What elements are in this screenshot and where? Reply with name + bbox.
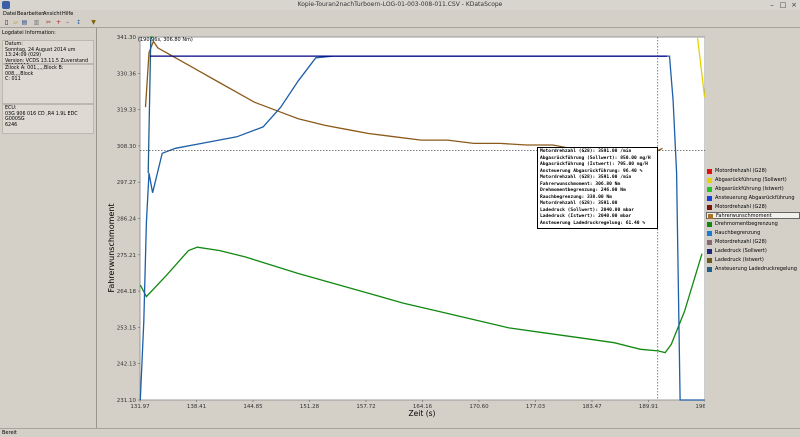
x-axis-label: Zeit (s) [409, 409, 436, 418]
log-info-header: Logdatei Information: [2, 30, 56, 36]
cursor-readout: (190.96s, 306.80 Nm) [138, 37, 193, 43]
zoom-out-icon[interactable]: – [64, 19, 71, 26]
menu-ansicht[interactable]: Ansicht [43, 11, 61, 17]
legend-item[interactable]: Ladedruck (Istwert) [706, 257, 800, 264]
y-tick-label: 242.13 [117, 362, 137, 368]
x-tick-label: 144.85 [243, 404, 263, 410]
legend-label: Abgasrückführung (Sollwert) [715, 177, 787, 183]
window-title: Kopie-Touran2nachTurboern-LOG-01-003-008… [297, 1, 503, 8]
y-tick-label: 253.15 [117, 325, 137, 331]
x-tick-label: 157.72 [356, 404, 375, 410]
legend-label: Motordrehzahl (G28) [715, 204, 767, 210]
legend-item[interactable]: Motordrehzahl (G28) [706, 239, 800, 246]
log-ecu-box: ECU: 03G 906 016 CD ,R4 1.9L EDC G000SG … [2, 104, 94, 134]
legend-swatch [707, 196, 712, 201]
y-tick-label: 308.30 [117, 144, 137, 150]
y-axis-label: Fahrerwunschmoment [107, 203, 116, 292]
window-controls: – □ × [768, 1, 798, 9]
filter-icon[interactable]: ▼ [90, 19, 97, 26]
x-tick-label: 177.03 [526, 404, 546, 410]
zoom-in-icon[interactable]: + [55, 19, 62, 26]
toolbar: ▯ ▱ ▤ ▥ ✂ + – ↕ ▼ [0, 18, 800, 28]
legend-item[interactable]: Motordrehzahl (G28) [706, 204, 800, 211]
y-tick-label: 330.36 [117, 71, 137, 77]
legend-label: Ladedruck (Istwert) [715, 257, 764, 263]
legend-item[interactable]: Ansteuerung Ladedruckregelung [706, 266, 800, 273]
legend-swatch [707, 222, 712, 227]
legend-label: Ansteuerung Ladedruckregelung [715, 266, 797, 272]
y-tick-label: 275.21 [117, 253, 136, 259]
tooltip-line: Ansteuerung Ladedruckregelung: 61.40 % [540, 220, 646, 226]
menu-bearbeiten[interactable]: Bearbeiten [17, 11, 44, 17]
y-tick-label: 286.24 [117, 217, 137, 223]
legend-swatch [707, 169, 712, 174]
legend-swatch [707, 187, 712, 192]
legend-item[interactable]: Motordrehzahl (G28) [706, 168, 800, 175]
save-icon[interactable]: ▤ [21, 19, 28, 26]
log-date-box: Datum: Sonntag, 24 August 2014 um 13:24:… [2, 40, 94, 69]
legend-label: Motordrehzahl (G28) [715, 239, 767, 245]
legend-swatch [707, 258, 712, 263]
legend-item[interactable]: Abgasrückführung (Sollwert) [706, 177, 800, 184]
cut-icon[interactable]: ✂ [45, 19, 52, 26]
copy-icon[interactable]: ▥ [33, 19, 40, 26]
x-tick-label: 189.91 [639, 404, 658, 410]
legend-swatch [707, 249, 712, 254]
legend-label: Ansteuerung Abgasrückführung [715, 195, 795, 201]
legend-label: Abgasrückführung (Istwert) [715, 186, 784, 192]
y-tick-label: 264.18 [117, 289, 137, 295]
legend-item[interactable]: Ladedruck (Sollwert) [706, 248, 800, 255]
legend-item-selected[interactable]: Fahrerwunschmoment [706, 212, 800, 219]
menu-datei[interactable]: Datei [3, 11, 16, 17]
maximize-button[interactable]: □ [779, 1, 787, 9]
legend-item[interactable]: Abgasrückführung (Istwert) [706, 186, 800, 193]
log-info-panel: Logdatei Information: Datum: Sonntag, 24… [0, 28, 97, 428]
legend-swatch [708, 214, 713, 219]
minimize-button[interactable]: – [768, 1, 776, 9]
open-icon[interactable]: ▱ [12, 19, 19, 26]
legend-swatch [707, 231, 712, 236]
cursor-icon[interactable]: ↕ [75, 19, 82, 26]
menu-hilfe[interactable]: Hilfe [62, 11, 73, 17]
log-blocks-box: Zilock A: 001,,,,,Block B: 008,,,,Block … [2, 64, 94, 104]
legend-label: Ladedruck (Sollwert) [715, 248, 767, 254]
close-button[interactable]: × [790, 1, 798, 9]
legend-label: Drehmomentbegrenzung [715, 221, 778, 227]
x-tick-label: 138.41 [187, 404, 206, 410]
menu-bar: Datei Bearbeiten Ansicht Hilfe [0, 10, 800, 18]
y-tick-label: 297.27 [117, 180, 137, 186]
y-tick-label: 319.33 [117, 108, 137, 114]
x-tick-label: 183.47 [582, 404, 602, 410]
x-tick-label: 196.34 [695, 404, 705, 410]
x-tick-label: 170.60 [469, 404, 489, 410]
legend-label: Fahrerwunschmoment [716, 213, 772, 219]
status-text: Bereit [2, 430, 17, 436]
legend-label: Motordrehzahl (G28) [715, 168, 767, 174]
legend-item[interactable]: Rauchbegrenzung [706, 230, 800, 237]
x-tick-label: 151.28 [300, 404, 320, 410]
value-tooltip: Motordrehzahl (G28): 3591.00 /min Abgasr… [537, 147, 658, 229]
legend-label: Rauchbegrenzung [715, 230, 761, 236]
tooltip-line: Abgasrückführung (Istwert): 795.00 mg/H [540, 162, 648, 167]
x-tick-label: 131.97 [130, 404, 150, 410]
legend-item[interactable]: Ansteuerung Abgasrückführung [706, 195, 800, 202]
legend-swatch [707, 240, 712, 245]
legend-item[interactable]: Drehmomentbegrenzung [706, 221, 800, 228]
new-file-icon[interactable]: ▯ [3, 19, 10, 26]
legend-swatch [707, 267, 712, 272]
legend-swatch [707, 178, 712, 183]
legend-swatch [707, 205, 712, 210]
y-tick-label: 341.30 [117, 35, 137, 41]
